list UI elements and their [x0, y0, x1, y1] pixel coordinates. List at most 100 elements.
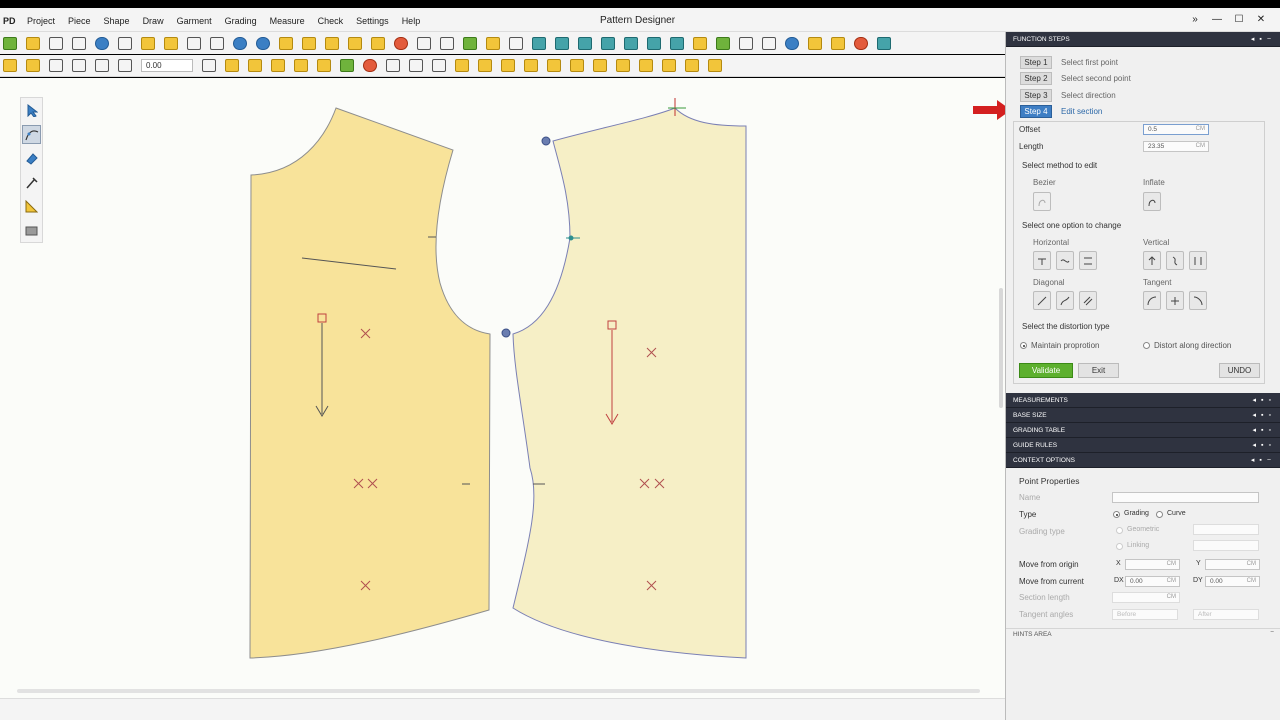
- export-icon[interactable]: [95, 36, 109, 50]
- maintain-proportion-radio[interactable]: [1020, 342, 1027, 349]
- play-icon[interactable]: [463, 36, 477, 50]
- front-piece-left[interactable]: [249, 107, 491, 659]
- tangent-option-2-icon[interactable]: [1166, 291, 1184, 310]
- tutorial-icon[interactable]: [808, 36, 822, 50]
- expand-icon[interactable]: »: [1184, 14, 1206, 25]
- horizontal-option-2-icon[interactable]: [1056, 251, 1074, 270]
- panel-controls-icon[interactable]: ◂▪▫: [1253, 393, 1276, 408]
- zoom-all-icon[interactable]: [601, 36, 615, 50]
- bezier-button[interactable]: [1033, 192, 1051, 211]
- geometric-radio[interactable]: [1116, 527, 1123, 534]
- menu-garment[interactable]: Garment: [177, 16, 212, 26]
- geometric-input[interactable]: [1193, 524, 1259, 535]
- horizontal-option-1-icon[interactable]: [1033, 251, 1051, 270]
- color-wheel-icon[interactable]: [394, 36, 408, 50]
- label-icon[interactable]: [371, 36, 385, 50]
- vertical-option-1-icon[interactable]: [1143, 251, 1161, 270]
- new-project-icon[interactable]: [3, 36, 17, 50]
- panel-controls-icon[interactable]: ◂▪▫: [1253, 423, 1276, 438]
- seam-tool-icon[interactable]: [340, 59, 354, 72]
- function-steps-header[interactable]: FUNCTION STEPS ◂▪−: [1006, 32, 1280, 47]
- zoom-in-icon[interactable]: [624, 36, 638, 50]
- save-icon[interactable]: [49, 36, 63, 50]
- linking-radio[interactable]: [1116, 543, 1123, 550]
- ellipse-tool-icon[interactable]: [317, 59, 331, 72]
- box-tool-icon[interactable]: [639, 59, 653, 72]
- step-4-button[interactable]: Step 4: [1020, 105, 1052, 119]
- distribute-tool-icon[interactable]: [593, 59, 607, 72]
- back-piece-right[interactable]: [512, 107, 747, 659]
- grid-icon[interactable]: [417, 36, 431, 50]
- check-icon[interactable]: [716, 36, 730, 50]
- eraser-icon[interactable]: [22, 149, 41, 168]
- line-tool-icon[interactable]: [3, 59, 17, 72]
- length-input[interactable]: 23.35 CM: [1143, 141, 1209, 152]
- selected-point-2[interactable]: [501, 328, 511, 338]
- import-icon[interactable]: [72, 36, 86, 50]
- dx-input[interactable]: 0.00 CM: [1125, 576, 1180, 587]
- menu-measure[interactable]: Measure: [270, 16, 305, 26]
- measure-icon[interactable]: [693, 36, 707, 50]
- undo-icon[interactable]: [233, 36, 247, 50]
- tape-tool-icon[interactable]: [478, 59, 492, 72]
- diagonal-option-1-icon[interactable]: [1033, 291, 1051, 310]
- panel-controls-icon[interactable]: ◂▪−: [1251, 32, 1276, 47]
- selected-point-1[interactable]: [541, 136, 551, 146]
- measurements-header[interactable]: MEASUREMENTS ◂▪▫: [1006, 393, 1280, 408]
- dy-input[interactable]: 0.00 CM: [1205, 576, 1260, 587]
- menu-piece[interactable]: Piece: [68, 16, 91, 26]
- menu-help[interactable]: Help: [402, 16, 421, 26]
- cut-line-icon[interactable]: [409, 59, 423, 72]
- shape-icon[interactable]: [486, 36, 500, 50]
- layers-icon[interactable]: [440, 36, 454, 50]
- diagonal-option-2-icon[interactable]: [1056, 291, 1074, 310]
- print-icon[interactable]: [187, 36, 201, 50]
- plot-icon[interactable]: [210, 36, 224, 50]
- grading-radio[interactable]: [1113, 511, 1120, 518]
- scissors-icon[interactable]: [432, 59, 446, 72]
- curve-tool-icon[interactable]: [26, 59, 40, 72]
- step-1-button[interactable]: Step 1: [1020, 55, 1052, 69]
- refresh-icon[interactable]: [670, 36, 684, 50]
- panel-controls-icon[interactable]: ◂▪▫: [1253, 408, 1276, 423]
- pattern-drawing[interactable]: [0, 78, 1005, 698]
- menu-shape[interactable]: Shape: [104, 16, 130, 26]
- grading-table-header[interactable]: GRADING TABLE ◂▪▫: [1006, 423, 1280, 438]
- menu-check[interactable]: Check: [318, 16, 344, 26]
- marker-tool-icon[interactable]: [363, 59, 377, 72]
- offset-input[interactable]: 0.5 CM: [1143, 124, 1209, 135]
- frame-tool-icon[interactable]: [547, 59, 561, 72]
- pipette-icon[interactable]: [22, 173, 41, 192]
- tool-icon[interactable]: [762, 36, 776, 50]
- collapse-icon[interactable]: −: [1270, 629, 1274, 636]
- edit-curve-icon[interactable]: [22, 125, 41, 144]
- step-1[interactable]: Step 1 Select first point: [1020, 54, 1280, 71]
- curve-radio[interactable]: [1156, 511, 1163, 518]
- pencil-tool-icon[interactable]: [501, 59, 515, 72]
- menu-grading[interactable]: Grading: [225, 16, 257, 26]
- step-2-button[interactable]: Step 2: [1020, 72, 1052, 86]
- linking-input[interactable]: [1193, 540, 1259, 551]
- section-length-input[interactable]: CM: [1112, 592, 1180, 603]
- edit-section-tool-icon[interactable]: [294, 59, 308, 72]
- paste-icon[interactable]: [164, 36, 178, 50]
- flag-icon[interactable]: [831, 36, 845, 50]
- name-input[interactable]: [1112, 492, 1259, 503]
- view-icon[interactable]: [877, 36, 891, 50]
- block-tool-icon[interactable]: [685, 59, 699, 72]
- align-tool-icon[interactable]: [570, 59, 584, 72]
- maximize-icon[interactable]: ☐: [1228, 14, 1250, 25]
- extra-tool-icon[interactable]: [708, 59, 722, 72]
- folder-tool-icon[interactable]: [22, 221, 41, 240]
- group-icon[interactable]: [348, 36, 362, 50]
- select-arrow-icon[interactable]: [22, 101, 41, 120]
- rotate-tool-icon[interactable]: [95, 59, 109, 72]
- step-3[interactable]: Step 3 Select direction: [1020, 87, 1280, 104]
- step-4[interactable]: Step 4 Edit section: [1020, 104, 1280, 121]
- pleat-tool-icon[interactable]: [248, 59, 262, 72]
- inflate-button[interactable]: [1143, 192, 1161, 211]
- horizontal-scrollbar[interactable]: [17, 689, 980, 693]
- point-tool-icon[interactable]: [49, 59, 63, 72]
- buttonhole-tool-icon[interactable]: [616, 59, 630, 72]
- panel-controls-icon[interactable]: ◂▪−: [1251, 453, 1276, 468]
